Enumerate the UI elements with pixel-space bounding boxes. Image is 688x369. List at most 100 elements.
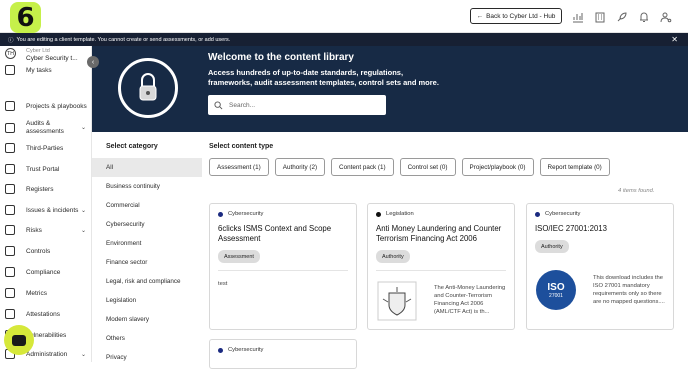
sidebar-item-metrics[interactable]: Metrics bbox=[0, 285, 92, 301]
analytics-icon[interactable] bbox=[572, 10, 584, 23]
filter-authority-button[interactable]: Authority (2) bbox=[274, 158, 326, 176]
content-card[interactable]: Legislation Anti Money Laundering and Co… bbox=[367, 203, 515, 330]
card-type-badge: Authority bbox=[376, 250, 410, 263]
category-item[interactable]: All bbox=[92, 158, 202, 177]
chevron-down-icon: ⌄ bbox=[80, 207, 86, 214]
iso-logo: ISO 27001 bbox=[536, 270, 576, 310]
sidebar-item-risks[interactable]: Risks ⌄ bbox=[0, 222, 92, 238]
attestations-icon bbox=[5, 309, 15, 319]
sidebar-item-label: Third-Parties bbox=[26, 144, 64, 152]
portal-icon bbox=[5, 164, 15, 174]
chat-support-button[interactable] bbox=[4, 325, 34, 355]
card-title: ISO/IEC 27001:2013 bbox=[535, 224, 607, 233]
filter-report-template-button[interactable]: Report template (0) bbox=[539, 158, 610, 176]
card-category: Cybersecurity bbox=[535, 211, 580, 217]
sidebar-item-audits[interactable]: Audits & assessments ⌄ bbox=[0, 118, 92, 138]
iso-logo-sub: 27001 bbox=[549, 292, 563, 299]
content-card[interactable]: Cybersecurity bbox=[209, 339, 357, 369]
card-category-label: Cybersecurity bbox=[545, 211, 581, 217]
filter-content-pack-button[interactable]: Content pack (1) bbox=[331, 158, 394, 176]
sidebar-item-issues[interactable]: Issues & incidents ⌄ bbox=[0, 202, 92, 218]
category-dot-icon bbox=[376, 211, 381, 217]
briefcase-icon bbox=[5, 101, 15, 111]
card-category: Cybersecurity bbox=[218, 347, 263, 353]
search-placeholder: Search... bbox=[229, 101, 256, 109]
notice-text: You are editing a client template. You c… bbox=[16, 36, 231, 43]
back-to-hub-label: Back to Cyber Ltd - Hub bbox=[486, 12, 556, 20]
filter-control-set-button[interactable]: Control set (0) bbox=[399, 158, 456, 176]
compliance-icon bbox=[5, 267, 15, 277]
rocket-icon[interactable] bbox=[616, 10, 628, 22]
category-item[interactable]: Privacy bbox=[92, 348, 202, 367]
card-title: 6clicks ISMS Context and Scope Assessmen… bbox=[218, 224, 332, 243]
category-item[interactable]: Cybersecurity bbox=[92, 215, 202, 234]
filter-assessment-button[interactable]: Assessment (1) bbox=[209, 158, 269, 176]
sidebar-item-third-parties[interactable]: Third-Parties bbox=[0, 140, 92, 156]
sidebar-item-compliance[interactable]: Compliance bbox=[0, 264, 92, 280]
app-logo[interactable]: 6 bbox=[10, 2, 41, 33]
content-card[interactable]: Cybersecurity ISO/IEC 27001:2013 Authori… bbox=[526, 203, 674, 330]
content-library-hero: Welcome to the content library Access hu… bbox=[92, 46, 688, 132]
collapse-sidebar-button[interactable]: ‹ bbox=[87, 56, 99, 68]
category-item[interactable]: Business continuity bbox=[92, 177, 202, 196]
card-category: Legislation bbox=[376, 211, 414, 217]
back-to-hub-button[interactable]: ← Back to Cyber Ltd - Hub bbox=[470, 8, 562, 24]
building-icon[interactable] bbox=[594, 10, 606, 23]
category-item[interactable]: Modern slavery bbox=[92, 310, 202, 329]
sidebar-item-label: Audits & assessments bbox=[26, 120, 64, 135]
hero-title: Welcome to the content library bbox=[208, 52, 354, 63]
close-icon[interactable]: ✕ bbox=[671, 35, 678, 44]
chevron-down-icon: ⌄ bbox=[80, 351, 86, 358]
tasks-icon bbox=[5, 65, 15, 75]
sidebar-item-label: Compliance bbox=[26, 268, 61, 276]
avatar[interactable]: TH bbox=[5, 48, 16, 59]
category-item[interactable]: Commercial bbox=[92, 196, 202, 215]
coat-of-arms-icon bbox=[377, 281, 417, 321]
category-heading: Select category bbox=[106, 143, 158, 150]
sidebar-item-attestations[interactable]: Attestations bbox=[0, 306, 92, 322]
filter-project-playbook-button[interactable]: Project/playbook (0) bbox=[461, 158, 534, 176]
sidebar-item-trust-portal[interactable]: Trust Portal bbox=[0, 161, 92, 177]
sidebar: TH Cyber Ltd Cyber Security t... ‹ My ta… bbox=[0, 46, 99, 362]
info-icon: ⓘ bbox=[8, 37, 14, 44]
category-list: All Business continuity Commercial Cyber… bbox=[92, 158, 202, 367]
card-category: Cybersecurity bbox=[218, 211, 263, 217]
search-input[interactable]: Search... bbox=[208, 95, 386, 115]
top-icon-group bbox=[572, 10, 672, 23]
chevron-down-icon: ⌄ bbox=[80, 227, 86, 234]
sidebar-item-label: Issues & incidents bbox=[26, 206, 79, 214]
category-item[interactable]: Others bbox=[92, 329, 202, 348]
audit-icon bbox=[5, 123, 15, 133]
risk-icon bbox=[5, 225, 15, 235]
card-category-label: Cybersecurity bbox=[228, 211, 264, 217]
bell-icon[interactable] bbox=[638, 10, 650, 22]
sidebar-item-controls[interactable]: Controls bbox=[0, 243, 92, 259]
card-description: The Anti-Money Laundering and Counter-Te… bbox=[434, 285, 506, 315]
card-category-label: Cybersecurity bbox=[228, 347, 264, 353]
card-description: This download includes the ISO 27001 man… bbox=[593, 275, 665, 305]
category-item[interactable]: Finance sector bbox=[92, 253, 202, 272]
sidebar-item-registers[interactable]: Registers bbox=[0, 181, 92, 197]
sidebar-item-label: My tasks bbox=[26, 66, 52, 74]
category-item[interactable]: Legislation bbox=[92, 291, 202, 310]
org-switcher[interactable]: Cyber Ltd Cyber Security t... bbox=[26, 47, 88, 63]
category-dot-icon bbox=[218, 211, 223, 217]
content-card[interactable]: Cybersecurity 6clicks ISMS Context and S… bbox=[209, 203, 357, 330]
iso-logo-text: ISO bbox=[547, 281, 565, 293]
category-item[interactable]: Legal, risk and compliance bbox=[92, 272, 202, 291]
controls-icon bbox=[5, 246, 15, 256]
sidebar-item-label: Registers bbox=[26, 185, 54, 193]
sidebar-item-my-tasks[interactable]: My tasks bbox=[0, 62, 92, 78]
third-party-icon bbox=[5, 143, 15, 153]
chat-icon bbox=[12, 334, 26, 346]
padlock-icon bbox=[139, 73, 157, 101]
results-count: 4 items found. bbox=[618, 188, 655, 194]
chevron-down-icon: ⌄ bbox=[80, 125, 86, 131]
user-settings-icon[interactable] bbox=[660, 10, 672, 23]
sidebar-item-label: Trust Portal bbox=[26, 165, 60, 173]
category-item[interactable]: Environment bbox=[92, 234, 202, 253]
sidebar-item-label: Controls bbox=[26, 247, 51, 255]
category-dot-icon bbox=[535, 211, 540, 217]
sidebar-item-projects[interactable]: Projects & playbooks bbox=[0, 98, 92, 114]
content-type-heading: Select content type bbox=[209, 143, 274, 150]
